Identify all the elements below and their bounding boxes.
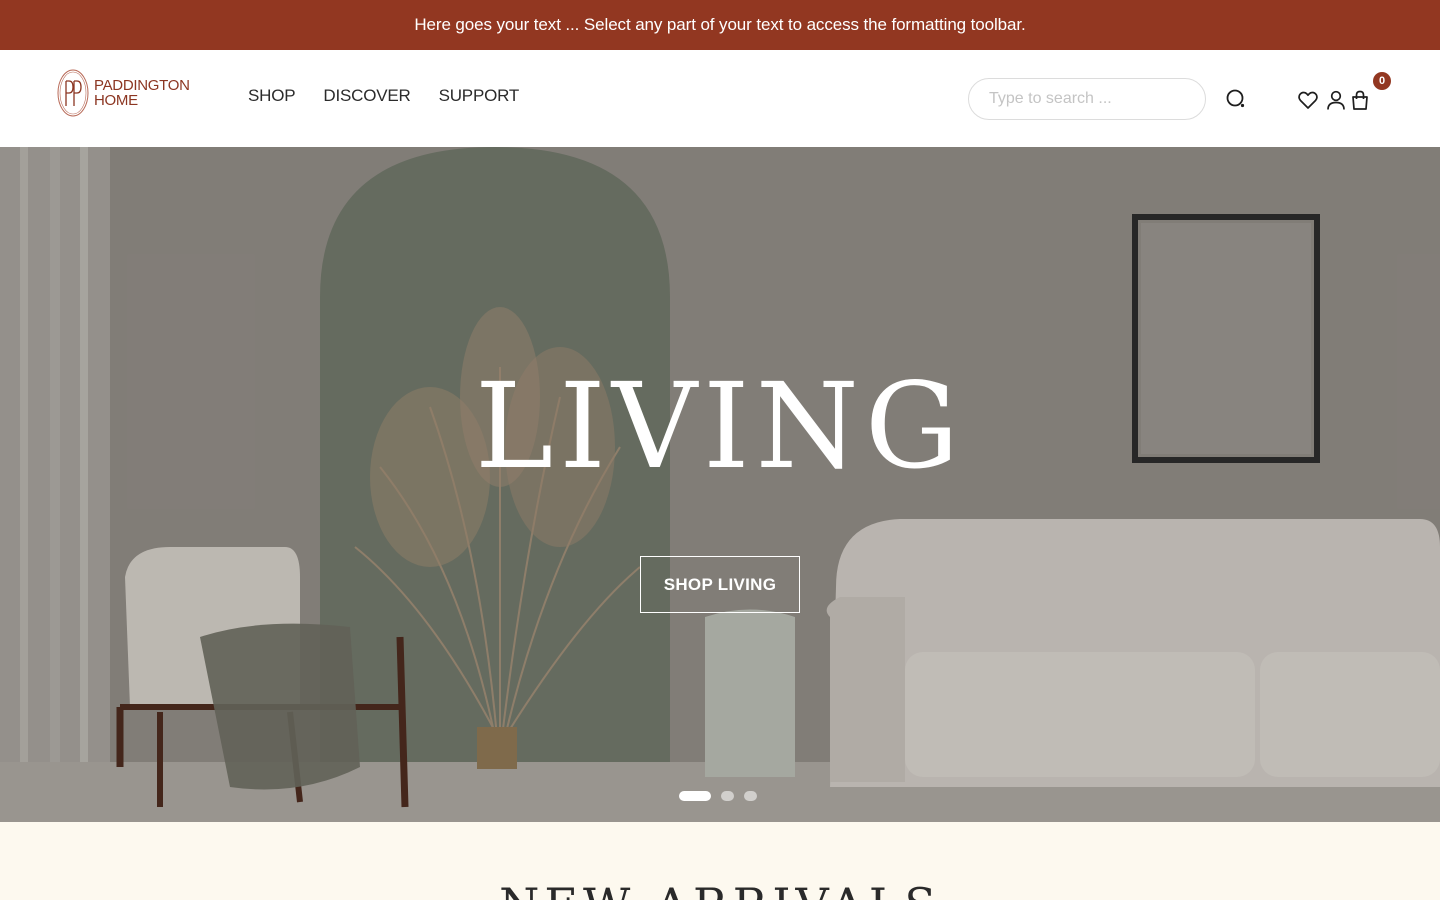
search-icon[interactable] (1225, 88, 1247, 110)
brand-name: PADDINGTON HOME (94, 78, 190, 108)
cart-count-badge: 0 (1373, 72, 1391, 90)
nav-item-discover[interactable]: DISCOVER (323, 86, 410, 106)
slide-dot-3[interactable] (744, 791, 757, 801)
nav-item-shop[interactable]: SHOP (248, 86, 296, 106)
announcement-bar: Here goes your text ... Select any part … (0, 0, 1440, 50)
main-nav: SHOP DISCOVER SUPPORT (248, 86, 519, 106)
hero-banner: LIVING SHOP LIVING (0, 147, 1440, 822)
heart-icon[interactable] (1297, 89, 1319, 111)
nav-item-support[interactable]: SUPPORT (439, 86, 520, 106)
bag-icon[interactable] (1349, 89, 1371, 111)
site-header: PADDINGTON HOME SHOP DISCOVER SUPPORT 0 (0, 50, 1440, 147)
hero-title: LIVING (474, 357, 966, 495)
announcement-text: Here goes your text ... Select any part … (414, 15, 1026, 34)
brand-logo[interactable]: PADDINGTON HOME (56, 68, 190, 118)
slide-dot-1[interactable] (679, 791, 711, 801)
shop-living-button[interactable]: SHOP LIVING (640, 556, 800, 613)
brand-line-1: PADDINGTON (94, 77, 190, 94)
section-title: NEW ARRIVALS (0, 878, 1440, 900)
search-input[interactable] (968, 78, 1206, 120)
new-arrivals-section: NEW ARRIVALS (0, 822, 1440, 900)
user-icon[interactable] (1325, 89, 1347, 111)
slide-pagination (679, 791, 757, 801)
slide-dot-2[interactable] (721, 791, 734, 801)
logo-monogram-icon (57, 69, 89, 117)
brand-line-2: HOME (94, 92, 138, 109)
